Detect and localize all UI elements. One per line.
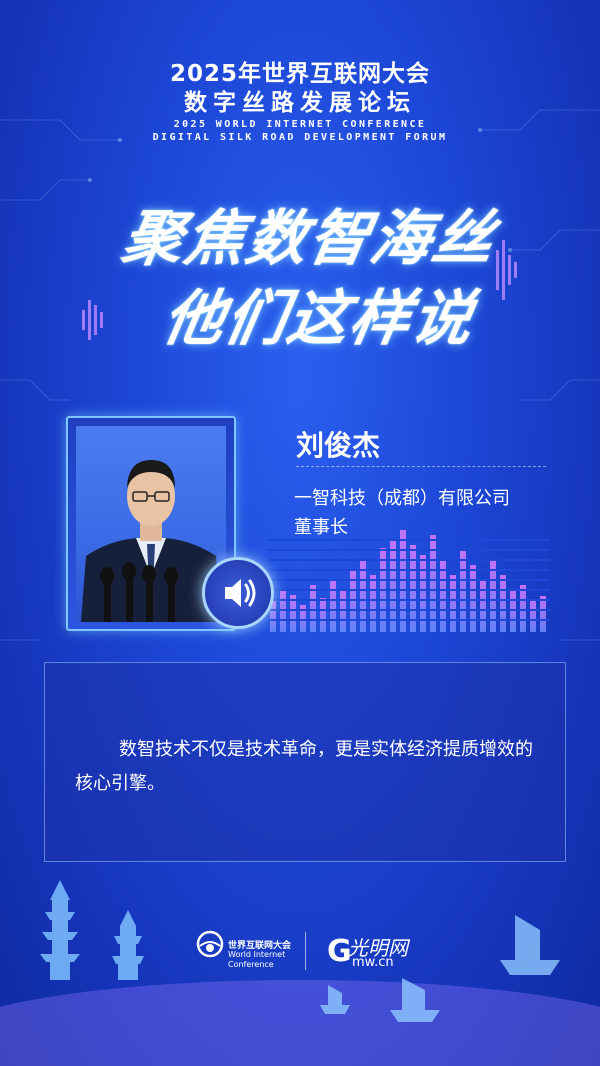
speaker-volume-icon	[225, 579, 256, 607]
speaker-name: 刘俊杰	[296, 429, 381, 462]
speaker-organization: 一智科技（成都）有限公司	[294, 488, 510, 509]
wic-name-en-line1: World Internet	[228, 950, 286, 959]
audio-play-button[interactable]	[202, 557, 274, 629]
gmw-domain: mw.cn	[352, 955, 394, 970]
name-divider	[296, 466, 546, 467]
poster: 2025年世界互联网大会 数字丝路发展论坛 2025 WORLD INTERNE…	[0, 0, 600, 1066]
speaker-role: 董事长	[294, 517, 348, 538]
logo-divider	[305, 932, 306, 970]
wic-logo-icon	[196, 930, 224, 958]
wic-name-en-line2: Conference	[228, 960, 274, 969]
quote-text: 数智技术不仅是技术革命，更是实体经济提质增效的核心引擎。	[75, 739, 533, 794]
